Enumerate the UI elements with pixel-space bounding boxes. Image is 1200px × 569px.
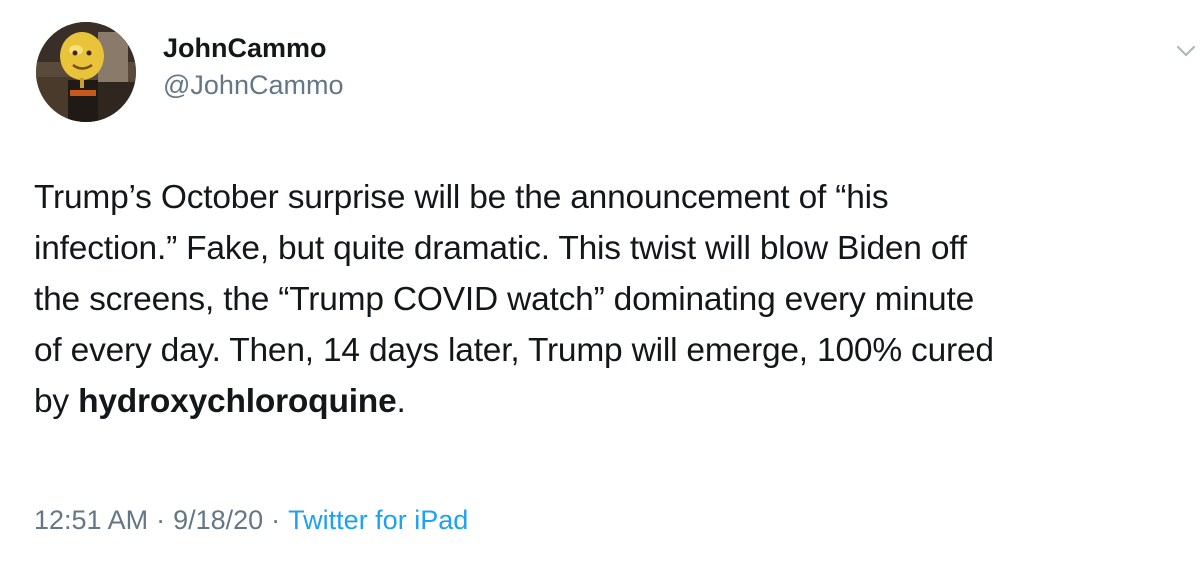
author-display-name[interactable]: JohnCammo: [163, 32, 343, 64]
tweet-card: JohnCammo @JohnCammo Trump’s October sur…: [0, 0, 1200, 569]
tweet-text-line: of every day. Then, 14 days later, Trump…: [34, 332, 994, 369]
tweet-text: Trump’s October surprise will be the ann…: [34, 172, 1174, 427]
tweet-date[interactable]: 9/18/20: [173, 505, 263, 535]
tweet-source-link[interactable]: Twitter for iPad: [288, 505, 468, 535]
last-line-prefix: by: [34, 383, 79, 420]
meta-separator: ·: [156, 505, 166, 535]
bold-word: hydroxychloroquine: [78, 383, 397, 420]
tweet-meta: 12:51 AM · 9/18/20 · Twitter for iPad: [34, 500, 468, 540]
meta-separator: ·: [271, 505, 281, 535]
moon-face-avatar-icon: [36, 22, 136, 122]
tweet-text-line: Trump’s October surprise will be the ann…: [34, 179, 889, 216]
tweet-text-last-line: by hydroxychloroquine.: [34, 376, 1174, 427]
chevron-down-icon[interactable]: [1176, 44, 1196, 58]
avatar[interactable]: [36, 22, 136, 122]
author-handle[interactable]: @JohnCammo: [163, 68, 343, 102]
tweet-text-line: the screens, the “Trump COVID watch” dom…: [34, 281, 975, 318]
author-block: JohnCammo @JohnCammo: [163, 32, 343, 102]
last-line-suffix: .: [396, 383, 406, 420]
tweet-text-line: infection.” Fake, but quite dramatic. Th…: [34, 230, 967, 267]
tweet-time[interactable]: 12:51 AM: [34, 505, 148, 535]
